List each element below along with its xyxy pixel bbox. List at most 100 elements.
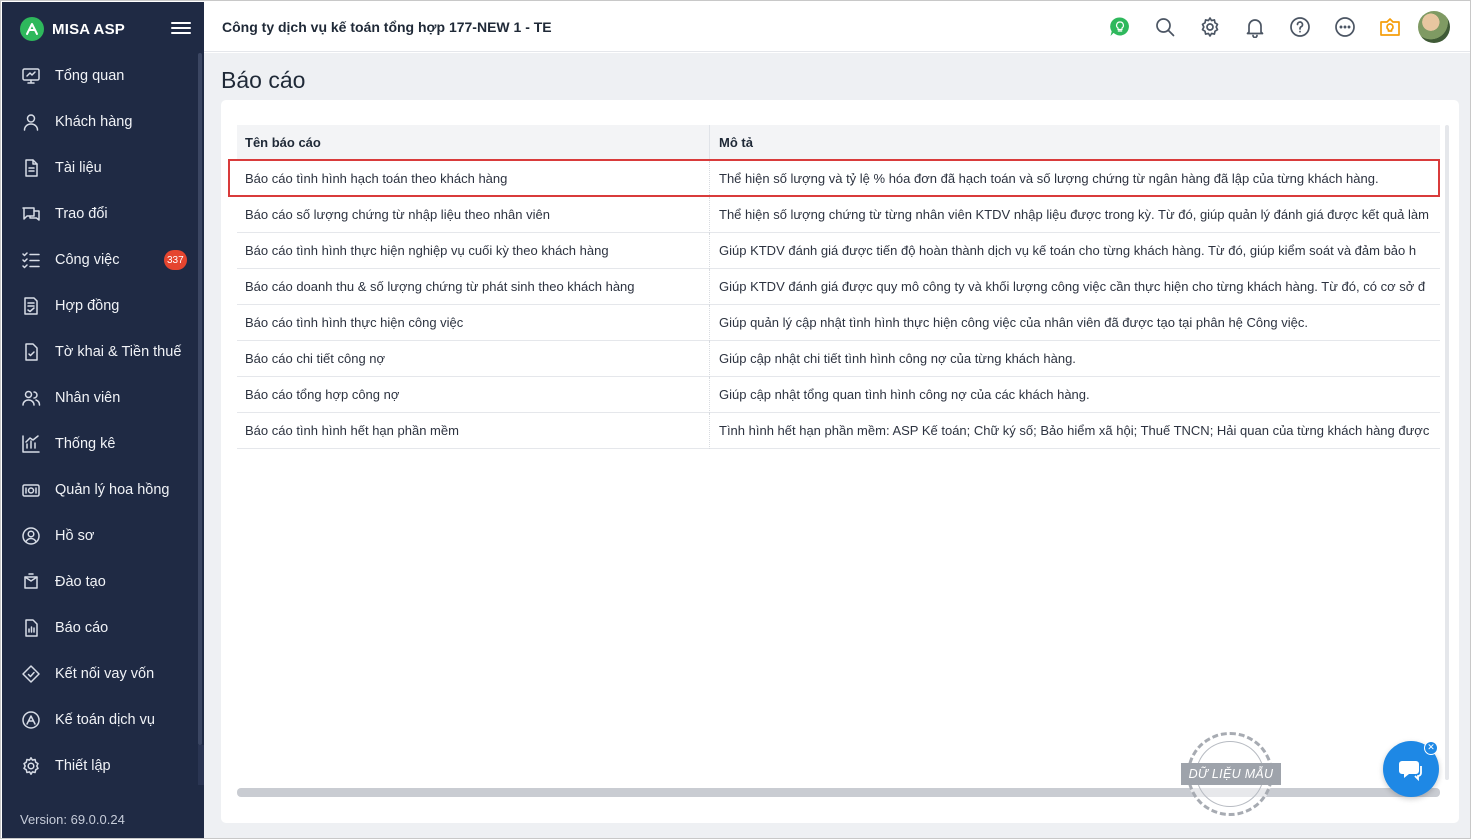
stats-icon xyxy=(20,433,42,455)
report-desc-cell: Giúp quản lý cập nhật tình hình thực hiệ… xyxy=(719,315,1308,330)
sidebar-item-tai-lieu[interactable]: Tài liệu xyxy=(2,145,198,191)
sidebar-nav: Tổng quan Khách hàng Tài liệu Trao đổi C… xyxy=(2,53,198,789)
menu-toggle-icon[interactable] xyxy=(171,19,191,37)
report-desc-cell: Giúp cập nhật chi tiết tình hình công nợ… xyxy=(719,351,1076,366)
sidebar-item-label: Thiết lập xyxy=(55,758,111,774)
search-icon[interactable] xyxy=(1142,11,1187,43)
news-icon[interactable] xyxy=(1367,11,1412,43)
sidebar-item-bao-cao[interactable]: Báo cáo xyxy=(2,605,198,651)
training-icon xyxy=(20,571,42,593)
profile-icon xyxy=(20,525,42,547)
sidebar-item-tong-quan[interactable]: Tổng quan xyxy=(2,53,198,99)
table-row[interactable]: Báo cáo doanh thu & số lượng chứng từ ph… xyxy=(237,269,1440,305)
sidebar-item-trao-doi[interactable]: Trao đổi xyxy=(2,191,198,237)
sidebar-item-label: Tờ khai & Tiền thuế xyxy=(55,344,182,360)
table-vertical-scrollbar[interactable] xyxy=(1445,125,1449,780)
sidebar-item-label: Quản lý hoa hồng xyxy=(55,482,170,498)
task-count-badge: 337 xyxy=(164,250,187,270)
report-desc-cell: Giúp cập nhật tổng quan tình hình công n… xyxy=(719,387,1090,402)
table-row[interactable]: Báo cáo tình hình hết hạn phần mềm Tình … xyxy=(237,413,1440,449)
report-card: Tên báo cáo Mô tả Báo cáo tình hình hạch… xyxy=(221,100,1459,823)
report-name-cell[interactable]: Báo cáo tình hình thực hiện công việc xyxy=(237,305,710,341)
report-name-cell[interactable]: Báo cáo chi tiết công nợ xyxy=(237,341,710,377)
report-name-cell[interactable]: Báo cáo doanh thu & số lượng chứng từ ph… xyxy=(237,269,710,305)
sidebar-item-thiet-lap[interactable]: Thiết lập xyxy=(2,743,198,789)
table-row[interactable]: Báo cáo tình hình thực hiện công việc Gi… xyxy=(237,305,1440,341)
sidebar: MISA ASP Tổng quan Khách hàng Tài liệu T… xyxy=(2,2,204,838)
sample-data-label: DỮ LIỆU MẪU xyxy=(1181,763,1281,785)
report-name-cell[interactable]: Báo cáo tình hình hết hạn phần mềm xyxy=(237,413,710,449)
sidebar-item-label: Khách hàng xyxy=(55,114,133,130)
version-text: Version: 69.0.0.24 xyxy=(20,812,125,827)
sidebar-item-dao-tao[interactable]: Đào tạo xyxy=(2,559,198,605)
main-content: Báo cáo Tên báo cáo Mô tả Báo cáo tình h… xyxy=(204,53,1470,838)
help-icon[interactable] xyxy=(1277,11,1322,43)
sidebar-item-label: Kết nối vay vốn xyxy=(55,666,155,682)
sidebar-item-ho-so[interactable]: Hồ sơ xyxy=(2,513,198,559)
chat-close-icon[interactable]: ✕ xyxy=(1424,741,1438,755)
brand-name: MISA ASP xyxy=(52,20,125,38)
chat-icon xyxy=(20,203,42,225)
sidebar-item-label: Tài liệu xyxy=(55,160,102,176)
table-header: Tên báo cáo Mô tả xyxy=(237,125,1440,161)
report-desc-cell: Thể hiện số lượng và tỷ lệ % hóa đơn đã … xyxy=(719,171,1379,186)
sidebar-item-vay-von[interactable]: Kết nối vay vốn xyxy=(2,651,198,697)
top-header: Công ty dịch vụ kế toán tổng hợp 177-NEW… xyxy=(204,2,1470,52)
company-name[interactable]: Công ty dịch vụ kế toán tổng hợp 177-NEW… xyxy=(222,19,552,35)
report-table: Tên báo cáo Mô tả Báo cáo tình hình hạch… xyxy=(237,125,1440,455)
report-desc-cell: Tình hình hết hạn phần mềm: ASP Kế toán;… xyxy=(719,423,1430,438)
column-header-name[interactable]: Tên báo cáo xyxy=(237,125,710,161)
chat-bubble-icon xyxy=(1399,761,1422,782)
staff-icon xyxy=(20,387,42,409)
table-row[interactable]: Báo cáo số lượng chứng từ nhập liệu theo… xyxy=(237,197,1440,233)
commission-icon xyxy=(20,479,42,501)
report-desc-cell: Thể hiện số lượng chứng từ từng nhân viê… xyxy=(719,207,1429,222)
sidebar-item-khach-hang[interactable]: Khách hàng xyxy=(2,99,198,145)
document-icon xyxy=(20,157,42,179)
misa-logo-icon xyxy=(20,17,44,41)
sidebar-item-ke-toan-dich-vu[interactable]: Kế toán dịch vụ xyxy=(2,697,198,743)
contract-icon xyxy=(20,295,42,317)
column-header-desc[interactable]: Mô tả xyxy=(710,125,1440,161)
dashboard-icon xyxy=(20,65,42,87)
user-avatar[interactable] xyxy=(1418,11,1450,43)
report-name-cell[interactable]: Báo cáo tình hình thực hiện nghiệp vụ cu… xyxy=(237,233,710,269)
table-row[interactable]: Báo cáo tình hình thực hiện nghiệp vụ cu… xyxy=(237,233,1440,269)
page-title: Báo cáo xyxy=(221,67,306,93)
report-name-cell[interactable]: Báo cáo tổng hợp công nợ xyxy=(237,377,710,413)
tasks-icon xyxy=(20,249,42,271)
report-desc-cell: Giúp KTDV đánh giá được quy mô công ty v… xyxy=(719,279,1426,294)
report-desc-cell: Giúp KTDV đánh giá được tiến độ hoàn thà… xyxy=(719,243,1417,258)
sidebar-item-thong-ke[interactable]: Thống kê xyxy=(2,421,198,467)
settings-icon[interactable] xyxy=(1187,11,1232,43)
bell-icon[interactable] xyxy=(1232,11,1277,43)
sidebar-item-label: Hồ sơ xyxy=(55,528,95,544)
sidebar-item-to-khai[interactable]: Tờ khai & Tiền thuế xyxy=(2,329,198,375)
accounting-icon xyxy=(20,709,42,731)
sidebar-item-label: Đào tạo xyxy=(55,574,106,590)
table-row[interactable]: Báo cáo tổng hợp công nợ Giúp cập nhật t… xyxy=(237,377,1440,413)
sidebar-item-label: Trao đổi xyxy=(55,206,108,222)
sidebar-item-label: Báo cáo xyxy=(55,620,109,636)
tax-icon xyxy=(20,341,42,363)
sidebar-item-label: Tổng quan xyxy=(55,68,125,84)
sidebar-item-label: Kế toán dịch vụ xyxy=(55,712,155,728)
sidebar-item-label: Nhân viên xyxy=(55,390,121,406)
report-name-cell[interactable]: Báo cáo số lượng chứng từ nhập liệu theo… xyxy=(237,197,710,233)
user-icon xyxy=(20,111,42,133)
sidebar-item-hoa-hong[interactable]: Quản lý hoa hồng xyxy=(2,467,198,513)
sidebar-item-hop-dong[interactable]: Hợp đồng xyxy=(2,283,198,329)
table-row[interactable]: Báo cáo chi tiết công nợ Giúp cập nhật c… xyxy=(237,341,1440,377)
header-actions xyxy=(1097,11,1450,43)
loan-icon xyxy=(20,663,42,685)
more-icon[interactable] xyxy=(1322,11,1367,43)
app-window: MISA ASP Tổng quan Khách hàng Tài liệu T… xyxy=(0,0,1471,839)
idea-icon[interactable] xyxy=(1097,11,1142,43)
table-row[interactable]: Báo cáo tình hình hạch toán theo khách h… xyxy=(237,161,1440,197)
brand[interactable]: MISA ASP xyxy=(20,16,125,42)
sidebar-item-nhan-vien[interactable]: Nhân viên xyxy=(2,375,198,421)
report-name-cell[interactable]: Báo cáo tình hình hạch toán theo khách h… xyxy=(237,161,710,197)
settings-icon xyxy=(20,755,42,777)
sidebar-scrollbar[interactable] xyxy=(198,53,202,745)
sidebar-item-cong-viec[interactable]: Công việc 337 xyxy=(2,237,198,283)
